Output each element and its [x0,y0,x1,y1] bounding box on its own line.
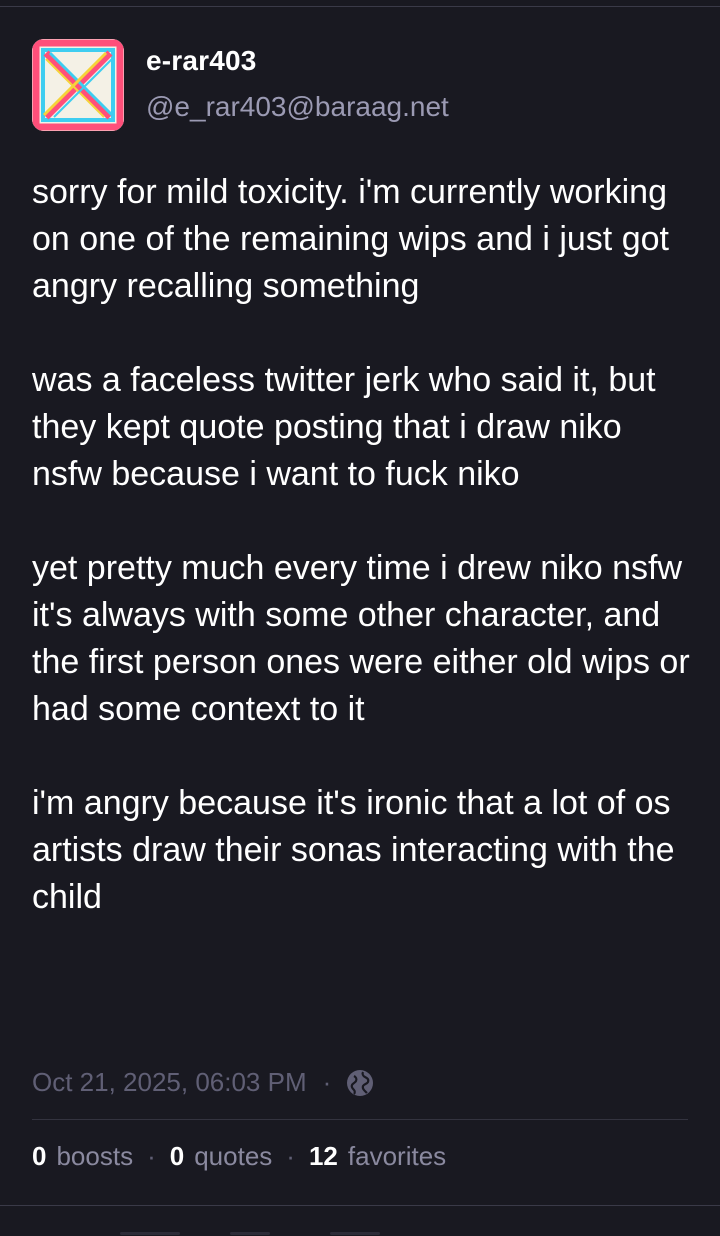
post-meta: Oct 21, 2025, 06:03 PM · [32,1067,375,1098]
favorites-count[interactable]: 12 [309,1141,338,1172]
boosts-count[interactable]: 0 [32,1141,46,1172]
stats-separator: · [147,1141,156,1171]
next-item-edge [0,1226,720,1236]
globe-icon [345,1068,375,1098]
top-divider [0,0,720,7]
quotes-label[interactable]: quotes [194,1141,272,1172]
post-detail-page: e-rar403 @e_rar403@baraag.net sorry for … [0,0,720,1236]
author-display-name[interactable]: e-rar403 [146,45,257,77]
bottom-divider [0,1205,720,1206]
post-paragraph: yet pretty much every time i drew niko n… [32,549,690,728]
stats-separator: · [286,1141,295,1171]
stats-divider [32,1119,688,1120]
post-paragraph: i'm angry because it's ironic that a lot… [32,784,675,916]
author-handle[interactable]: @e_rar403@baraag.net [146,91,449,123]
meta-separator: · [322,1067,332,1097]
favorites-label[interactable]: favorites [348,1141,446,1172]
boosts-label[interactable]: boosts [56,1141,133,1172]
post-stats: 0 boosts · 0 quotes · 12 favorites [32,1141,446,1172]
quotes-count[interactable]: 0 [170,1141,184,1172]
post-paragraph: was a faceless twitter jerk who said it,… [32,361,656,493]
avatar[interactable] [32,39,124,131]
avatar-image [32,39,124,131]
post-timestamp[interactable]: Oct 21, 2025, 06:03 PM [32,1067,307,1098]
status-post: e-rar403 @e_rar403@baraag.net sorry for … [0,7,720,1205]
post-paragraph: sorry for mild toxicity. i'm currently w… [32,173,669,305]
post-content: sorry for mild toxicity. i'm currently w… [32,169,692,921]
